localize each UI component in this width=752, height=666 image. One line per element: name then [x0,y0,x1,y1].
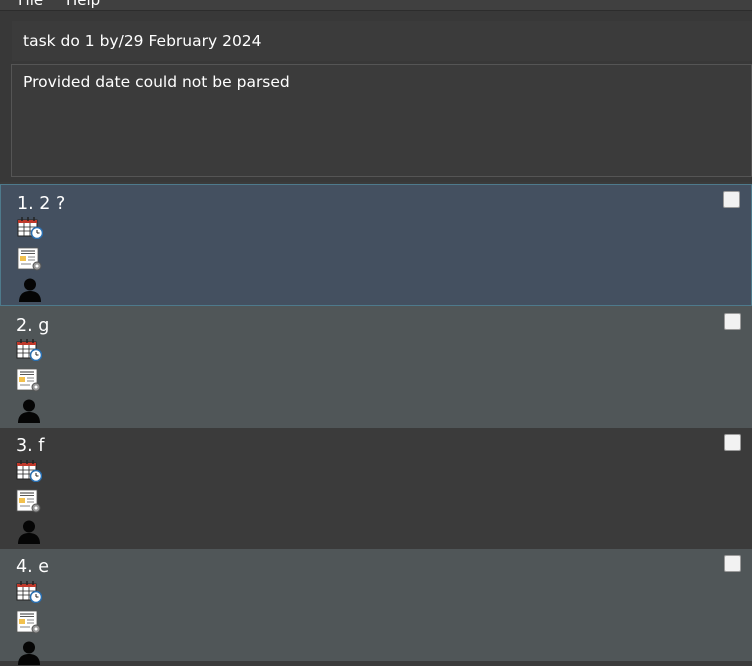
task-checkbox[interactable] [723,191,740,208]
task-list[interactable]: 1. 2 ? 2. g 3. f 4. e [0,182,752,665]
result-display-container: Provided date could not be parsed [0,61,752,182]
task-card[interactable]: 1. 2 ? [0,184,752,306]
document-gear-icon [17,247,42,271]
command-input[interactable] [12,21,752,61]
menu-bar: File Help [0,0,752,11]
document-gear-icon [16,610,41,634]
task-checkbox[interactable] [724,555,741,572]
document-gear-icon [16,489,41,513]
menu-help[interactable]: Help [66,0,100,9]
task-card[interactable]: 4. e [0,549,752,665]
calendar-clock-icon [16,460,42,482]
command-box[interactable] [12,21,752,62]
task-checkbox[interactable] [724,434,741,451]
task-title: 2. g [16,316,50,336]
task-title: 1. 2 ? [17,194,66,214]
calendar-clock-icon [16,581,42,603]
task-title: 3. f [16,436,45,456]
menu-file[interactable]: File [18,0,43,9]
person-icon [18,641,40,665]
task-checkbox[interactable] [724,313,741,330]
person-icon [18,520,40,544]
command-box-container [0,11,752,62]
calendar-clock-icon [17,217,43,239]
person-icon [18,399,40,423]
result-display: Provided date could not be parsed [11,64,752,177]
task-card[interactable]: 3. f [0,428,752,549]
result-message: Provided date could not be parsed [23,73,290,91]
document-gear-icon [16,368,41,392]
person-icon [19,278,41,302]
calendar-clock-icon [16,339,42,361]
task-card[interactable]: 2. g [0,306,752,428]
task-title: 4. e [16,557,50,577]
